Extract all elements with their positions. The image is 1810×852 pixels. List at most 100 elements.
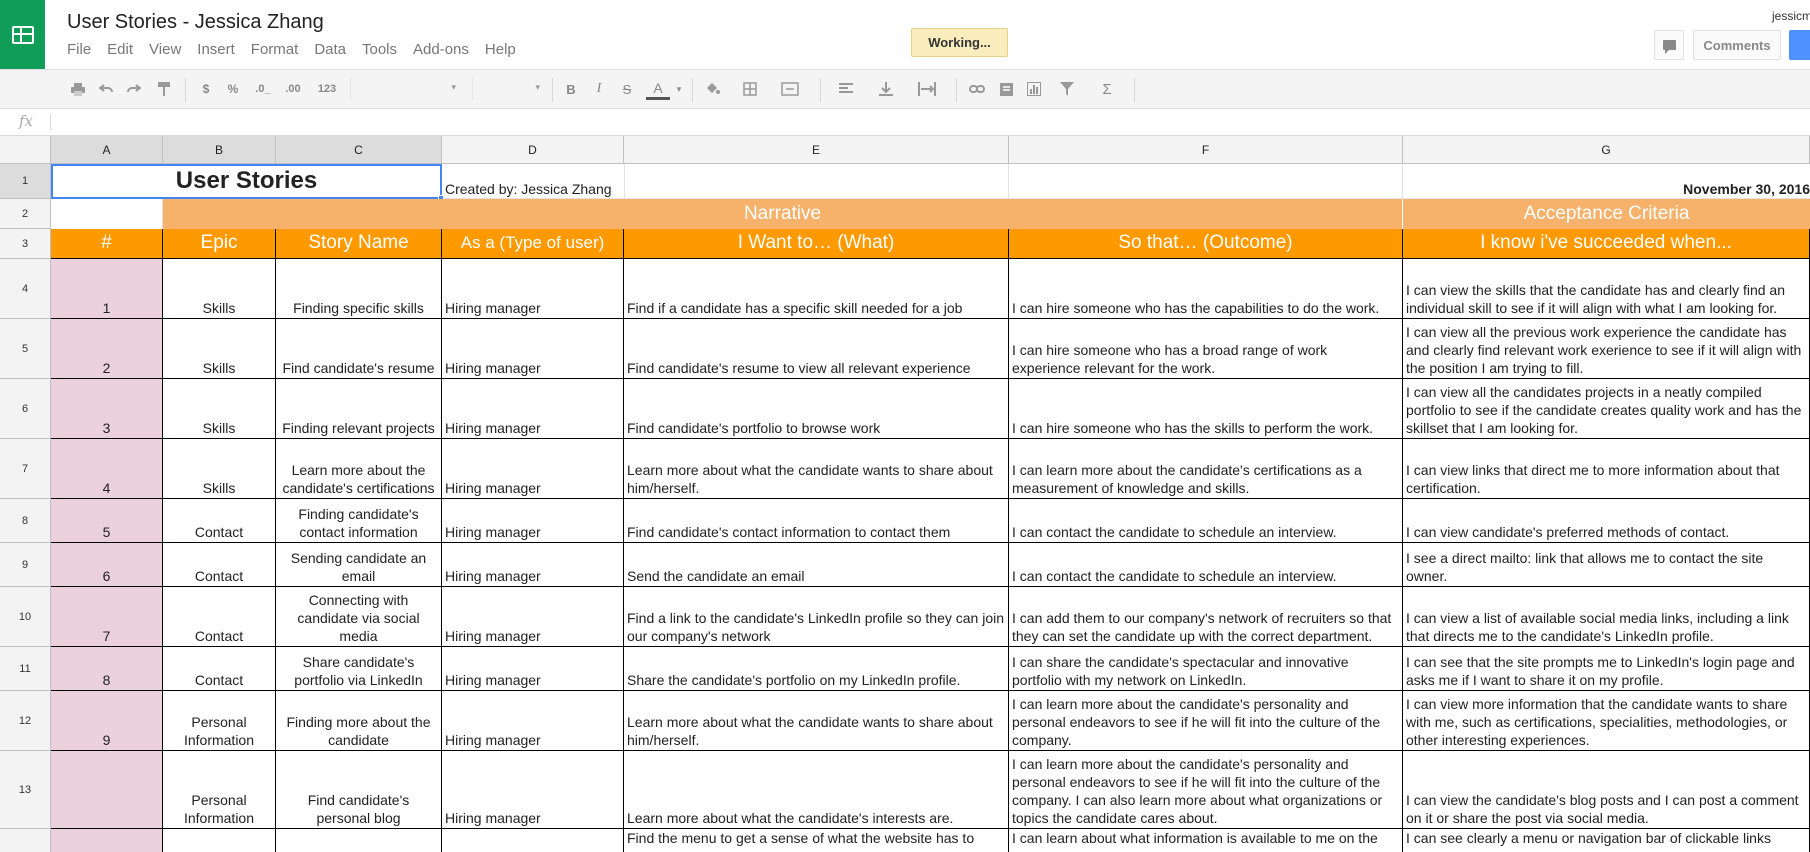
cell-outcome[interactable]: I can hire someone who has the skills to… [1009,379,1403,439]
menu-tools[interactable]: Tools [362,41,397,58]
menu-addons[interactable]: Add-ons [413,41,469,58]
cell-user-type[interactable] [442,829,624,852]
functions-icon[interactable]: Σ [1092,78,1122,100]
cell-what[interactable]: Share the candidate's portfolio on my Li… [624,647,1009,691]
text-color-button[interactable]: A [646,78,670,100]
header-what[interactable]: I Want to… (What) [624,229,1009,259]
row-header[interactable]: 11 [0,647,51,691]
cell-what[interactable]: Learn more about what the candidate's in… [624,751,1009,829]
menu-data[interactable]: Data [314,41,346,58]
date-cell[interactable]: November 30, 2016 [1403,164,1810,199]
cell-what[interactable]: Learn more about what the candidate want… [624,439,1009,499]
row-header[interactable]: 3 [0,229,51,259]
cell-story-name[interactable]: Sending candidate an email [276,543,442,587]
text-wrapping-icon[interactable] [912,78,942,100]
cell-number[interactable]: 1 [51,259,163,319]
cell-outcome[interactable]: I can share the candidate's spectacular … [1009,647,1403,691]
cell-number[interactable]: 3 [51,379,163,439]
cell-outcome[interactable]: I can hire someone who has the capabilit… [1009,259,1403,319]
row-header[interactable]: 9 [0,543,51,587]
cell-user-type[interactable]: Hiring manager [442,587,624,647]
currency-button[interactable]: $ [198,78,214,100]
acceptance-group-header[interactable]: Acceptance Criteria [1403,199,1810,229]
cell-epic[interactable]: Skills [163,259,276,319]
row-header[interactable]: 12 [0,691,51,751]
cell-what[interactable]: Send the candidate an email [624,543,1009,587]
formula-input[interactable] [56,113,1796,131]
cell-what[interactable]: Find the menu to get a sense of what the… [624,829,1009,852]
cell-epic[interactable]: Contact [163,499,276,543]
cell-outcome[interactable]: I can contact the candidate to schedule … [1009,543,1403,587]
paint-format-icon[interactable] [154,78,174,100]
header-user-type[interactable]: As a (Type of user) [442,229,624,259]
row-header[interactable]: 8 [0,499,51,543]
insert-chart-icon[interactable] [1024,78,1044,100]
cell-outcome[interactable]: I can learn about what information is av… [1009,829,1403,852]
comments-button[interactable]: Comments [1693,30,1781,60]
cell-acceptance[interactable]: I can see clearly a menu or navigation b… [1403,829,1810,852]
row-header[interactable]: 1 [0,164,51,199]
filter-icon[interactable] [1052,78,1082,100]
increase-decimals-button[interactable]: .00 [280,78,306,100]
cell-user-type[interactable]: Hiring manager [442,751,624,829]
cell-number[interactable]: 9 [51,691,163,751]
header-outcome[interactable]: So that… (Outcome) [1009,229,1403,259]
cell-epic[interactable]: Contact [163,587,276,647]
cell-story-name[interactable]: Share candidate's portfolio via LinkedIn [276,647,442,691]
cell-what[interactable]: Find candidate's portfolio to browse wor… [624,379,1009,439]
insert-link-icon[interactable] [966,78,988,100]
row-header[interactable]: 5 [0,319,51,379]
cell-acceptance[interactable]: I can view a list of available social me… [1403,587,1810,647]
cell-what[interactable]: Learn more about what the candidate want… [624,691,1009,751]
cell-story-name[interactable] [276,829,442,852]
cell-acceptance[interactable]: I can view all the candidates projects i… [1403,379,1810,439]
column-header-a[interactable]: A [51,136,163,164]
menu-format[interactable]: Format [251,41,299,58]
header-epic[interactable]: Epic [163,229,276,259]
header-story-name[interactable]: Story Name [276,229,442,259]
cell-outcome[interactable]: I can learn more about the candidate's c… [1009,439,1403,499]
cell-story-name[interactable]: Find candidate's resume [276,319,442,379]
row-header[interactable]: 14 [0,829,51,852]
cell-number[interactable]: 8 [51,647,163,691]
cell-user-type[interactable]: Hiring manager [442,439,624,499]
row-header[interactable]: 7 [0,439,51,499]
percent-button[interactable]: % [224,78,242,100]
cell-epic[interactable]: Contact [163,543,276,587]
column-header-e[interactable]: E [624,136,1009,164]
row-header[interactable]: 13 [0,751,51,829]
column-header-d[interactable]: D [442,136,624,164]
cell-outcome[interactable]: I can learn more about the candidate's p… [1009,691,1403,751]
column-header-f[interactable]: F [1009,136,1403,164]
merge-cells-icon[interactable] [776,78,804,100]
header-number[interactable]: # [51,229,163,259]
cell-what[interactable]: Find a link to the candidate's LinkedIn … [624,587,1009,647]
cell-acceptance[interactable]: I can view the skills that the candidate… [1403,259,1810,319]
fill-color-icon[interactable] [700,78,724,100]
font-size-dropdown[interactable] [472,78,542,100]
menu-view[interactable]: View [149,41,181,58]
menu-insert[interactable]: Insert [197,41,235,58]
horizontal-align-icon[interactable] [832,78,860,100]
cell-story-name[interactable]: Finding specific skills [276,259,442,319]
cell-epic[interactable]: Skills [163,379,276,439]
select-all-corner[interactable] [0,136,51,164]
cell-epic[interactable]: Skills [163,439,276,499]
cell-outcome[interactable]: I can hire someone who has a broad range… [1009,319,1403,379]
menu-help[interactable]: Help [485,41,516,58]
cell-story-name[interactable]: Learn more about the candidate's certifi… [276,439,442,499]
row-header[interactable]: 6 [0,379,51,439]
cell-number[interactable]: 6 [51,543,163,587]
cell-number[interactable]: 5 [51,499,163,543]
cell-story-name[interactable]: Find candidate's personal blog [276,751,442,829]
document-title[interactable]: User Stories - Jessica Zhang [67,11,324,34]
cell-what[interactable]: Find candidate's contact information to … [624,499,1009,543]
share-button[interactable] [1789,30,1810,60]
created-by-cell[interactable]: Created by: Jessica Zhang [442,164,624,199]
cell-epic[interactable]: Contact [163,647,276,691]
strikethrough-button[interactable]: S [618,78,636,100]
cell-user-type[interactable]: Hiring manager [442,647,624,691]
row-header[interactable]: 10 [0,587,51,647]
borders-icon[interactable] [738,78,762,100]
column-header-b[interactable]: B [163,136,276,164]
